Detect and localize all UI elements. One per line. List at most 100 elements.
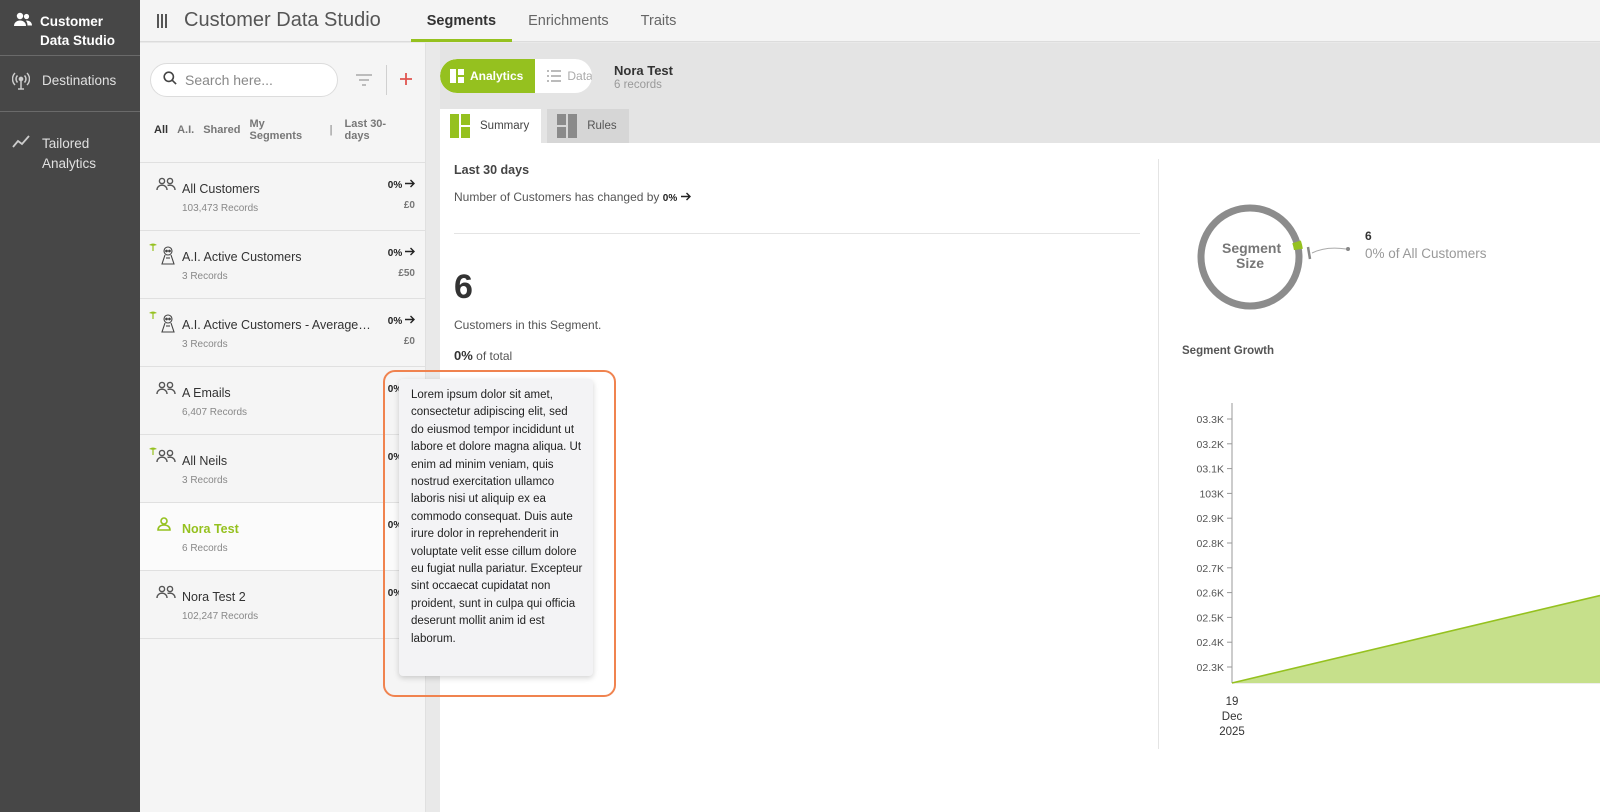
tab-segments[interactable]: Segments xyxy=(410,0,513,42)
segment-name: All Customers xyxy=(182,182,260,196)
ai-badge-icon xyxy=(149,311,157,319)
segment-title: Nora Test xyxy=(614,63,673,78)
summary-divider xyxy=(454,233,1140,234)
arrow-right-icon xyxy=(405,315,415,324)
sub-tabs: Summary Rules xyxy=(440,109,635,143)
add-segment-icon[interactable] xyxy=(399,69,413,92)
nav-item-destinations[interactable]: Destinations xyxy=(0,56,140,111)
tab-rules[interactable]: Rules xyxy=(547,109,629,143)
tab-enrichments[interactable]: Enrichments xyxy=(512,0,625,42)
search-box[interactable] xyxy=(150,63,338,97)
y-tick-label: 02.4K xyxy=(1197,637,1224,649)
tab-summary[interactable]: Summary xyxy=(440,109,542,143)
filter-separator: | xyxy=(329,123,333,136)
top-bar: Customer Data Studio Segments Enrichment… xyxy=(140,0,1600,42)
total-percent-value: 0% xyxy=(454,348,473,363)
y-tick-label: 03.1K xyxy=(1197,464,1224,476)
donut-leader-dot xyxy=(1346,247,1350,251)
arrow-right-icon xyxy=(405,179,415,188)
toggle-data-label: Data xyxy=(567,69,592,83)
period-label: Last 30 days xyxy=(454,163,530,177)
segment-change-value: 0% xyxy=(387,248,403,259)
nav-brand-label: Customer Data Studio xyxy=(40,14,116,48)
segment-row-body: Nora Test 2 102,247 Records xyxy=(182,585,413,638)
segment-size-percent: 0% of All Customers xyxy=(1365,246,1487,261)
total-percent: 0% of total xyxy=(454,348,512,363)
segment-header: Nora Test 6 records xyxy=(614,63,673,91)
ai-bot-icon xyxy=(149,243,178,267)
segment-value: £0 xyxy=(403,200,415,211)
nav-brand[interactable]: Customer Data Studio xyxy=(0,0,140,56)
y-tick-label: 02.7K xyxy=(1197,563,1224,575)
filter-ai[interactable]: A.I. xyxy=(177,124,194,136)
nav-item-label: Tailored Analytics xyxy=(42,136,97,171)
x-tick-label: 19 xyxy=(1226,696,1239,708)
customer-count: 6 xyxy=(454,268,473,306)
segment-row-body: A Emails 6,407 Records xyxy=(182,381,413,434)
segment-record-count: 6,407 Records xyxy=(182,407,248,418)
arrow-right-icon xyxy=(405,247,415,256)
y-tick-label: 103K xyxy=(1199,488,1224,500)
total-percent-label: of total xyxy=(476,349,513,363)
segment-record-count: 3 Records xyxy=(182,271,228,282)
segment-name: A.I. Active Customers - Average V... xyxy=(182,318,372,332)
left-nav: Customer Data Studio Destinations Tailor… xyxy=(0,0,140,812)
tab-rules-label: Rules xyxy=(587,120,617,132)
nav-item-tailored-analytics[interactable]: Tailored Analytics xyxy=(0,112,140,189)
filter-all[interactable]: All xyxy=(154,124,168,136)
donut-slice xyxy=(1292,240,1303,251)
segment-change: 0% xyxy=(388,179,415,191)
person-icon xyxy=(156,517,178,539)
y-tick-label: 02.8K xyxy=(1197,538,1224,550)
trend-line-icon xyxy=(12,135,32,155)
segment-row-body: A.I. Active Customers 3 Records xyxy=(182,245,413,298)
segment-name: Nora Test xyxy=(182,522,239,536)
segment-value: £0 xyxy=(403,336,415,347)
panel-divider xyxy=(1158,159,1159,749)
segment-records: 6 records xyxy=(614,79,662,91)
segment-stats: 0% £0 xyxy=(388,179,415,211)
group-icon xyxy=(156,177,178,199)
dashboard-icon xyxy=(450,69,464,83)
filter-shared[interactable]: Shared xyxy=(203,124,240,136)
filter-my-segments[interactable]: My Segments xyxy=(249,118,310,142)
segment-value: £50 xyxy=(398,268,415,279)
growth-chart: 02.3K 02.4K 02.5K 02.6K 02.7K 02.8K 02.9K 103K 0… xyxy=(1197,403,1600,738)
donut-label-line2: Size xyxy=(1235,255,1264,271)
donut-leader-line xyxy=(1311,247,1347,254)
y-tick-label: 02.9K xyxy=(1197,513,1224,525)
segment-row[interactable]: All Customers 103,473 Records 0% £0 xyxy=(140,163,425,231)
menu-icon[interactable] xyxy=(154,13,170,28)
filter-period[interactable]: Last 30-days xyxy=(345,118,402,142)
ai-badge-icon xyxy=(149,243,157,251)
segment-name: A Emails xyxy=(182,386,231,400)
app-title: Customer Data Studio xyxy=(184,9,381,31)
filter-row: All A.I. Shared My Segments | Last 30-da… xyxy=(140,97,425,163)
toggle-data[interactable]: Data xyxy=(535,59,592,93)
segment-row[interactable]: A.I. Active Customers - Average V... 3 Re… xyxy=(140,299,425,367)
search-input[interactable] xyxy=(185,72,325,88)
toggle-analytics[interactable]: Analytics xyxy=(440,59,536,93)
filter-icon[interactable] xyxy=(354,74,374,86)
segment-record-count: 103,473 Records xyxy=(182,203,259,214)
segment-name: All Neils xyxy=(182,454,228,468)
x-tick-label: 2025 xyxy=(1219,726,1245,738)
y-tick-label: 03.3K xyxy=(1197,414,1224,426)
nav-item-label: Destinations xyxy=(42,73,117,88)
segment-change: 0% xyxy=(388,315,415,327)
segment-stats: 0% £0 xyxy=(388,315,415,347)
y-tick-label: 02.6K xyxy=(1197,588,1224,600)
tab-traits[interactable]: Traits xyxy=(625,0,693,42)
summary-icon xyxy=(450,114,470,138)
y-tick-label: 02.5K xyxy=(1197,612,1224,624)
segment-stats: 0% £50 xyxy=(388,247,415,279)
y-tick-label: 02.3K xyxy=(1197,662,1224,674)
segment-record-count: 6 Records xyxy=(182,543,228,554)
change-label: Number of Customers has changed by xyxy=(454,190,660,204)
segment-row[interactable]: A.I. Active Customers 3 Records 0% £50 xyxy=(140,231,425,299)
toolbar-divider xyxy=(386,65,387,95)
period-summary: Last 30 days Number of Customers has cha… xyxy=(454,163,1134,204)
segment-name: Nora Test 2 xyxy=(182,590,246,604)
change-value: 0% xyxy=(662,193,678,204)
x-tick-label: Dec xyxy=(1222,711,1243,723)
